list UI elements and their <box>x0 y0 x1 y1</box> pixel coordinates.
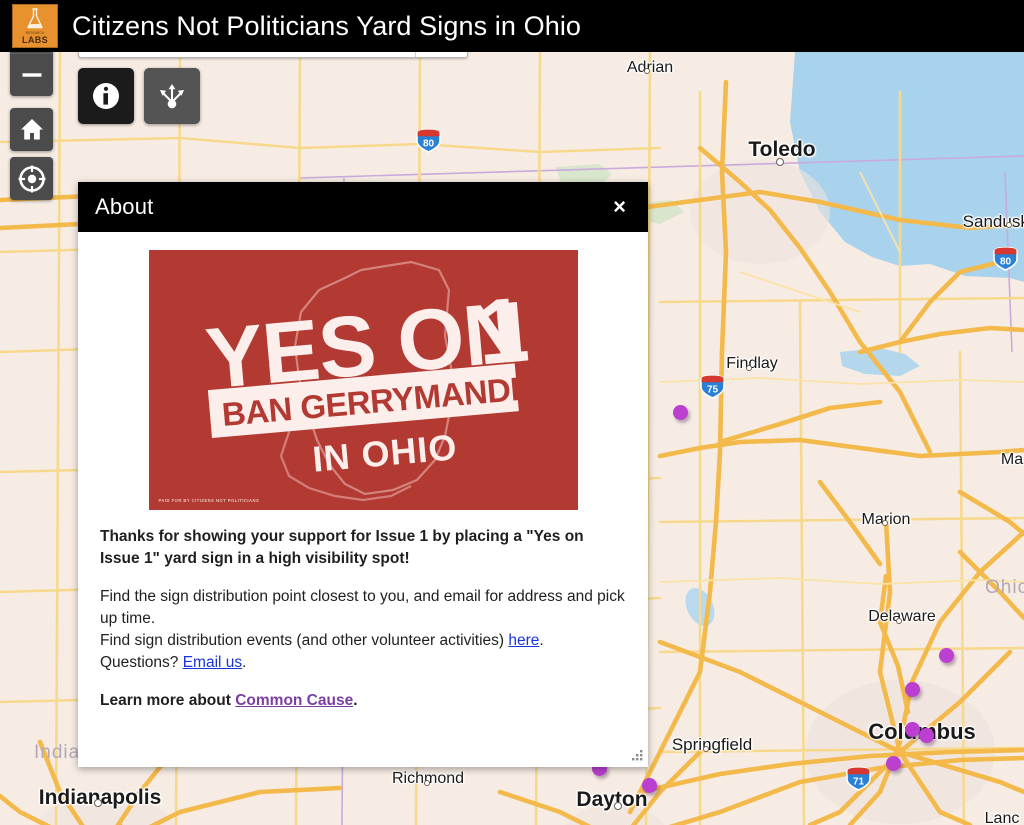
svg-text:71: 71 <box>853 777 865 788</box>
zoom-out-button[interactable] <box>10 53 53 96</box>
common-cause-link[interactable]: Common Cause <box>235 692 353 709</box>
sign-distribution-marker[interactable] <box>919 728 934 743</box>
interstate-shield-icon: 75 <box>699 373 726 400</box>
about-info-button[interactable] <box>78 68 134 124</box>
about-paragraph-3: Learn more about Common Cause. <box>100 690 626 712</box>
close-icon[interactable]: × <box>609 194 630 220</box>
map-application: RESEARCH LABS Citizens Not Politicians Y… <box>0 0 1024 825</box>
locate-icon <box>18 165 45 192</box>
here-link[interactable]: here <box>508 632 539 649</box>
city-dot <box>882 520 888 526</box>
minus-icon <box>22 73 41 77</box>
share-button[interactable] <box>144 68 200 124</box>
city-dot <box>703 746 709 752</box>
home-button[interactable] <box>10 108 53 151</box>
city-dot <box>776 158 784 166</box>
widget-toolbar <box>78 68 200 124</box>
interstate-shield-icon: 80 <box>992 245 1019 272</box>
city-dot <box>746 365 752 371</box>
info-icon <box>93 83 119 109</box>
about-paragraph-2-pre: Find sign distribution events (and other… <box>100 632 509 649</box>
sign-distribution-marker[interactable] <box>642 778 657 793</box>
city-dot <box>896 618 902 624</box>
city-dot <box>1006 222 1012 228</box>
locate-control <box>10 157 53 200</box>
sign-distribution-marker[interactable] <box>905 682 920 697</box>
about-paragraph-2: Find the sign distribution point closest… <box>100 586 626 674</box>
email-us-link[interactable]: Email us <box>183 654 242 671</box>
svg-text:IN OHIO: IN OHIO <box>310 426 458 479</box>
city-dot <box>614 802 622 810</box>
locate-button[interactable] <box>10 157 53 200</box>
about-panel-header: About × <box>78 182 648 232</box>
app-header: RESEARCH LABS Citizens Not Politicians Y… <box>0 0 1024 52</box>
flask-icon <box>24 7 46 31</box>
city-dot <box>644 68 650 74</box>
about-paragraph-3-end: . <box>353 692 358 709</box>
sign-distribution-marker[interactable] <box>905 722 920 737</box>
city-dot <box>424 780 430 786</box>
interstate-shield-icon: 71 <box>845 765 872 792</box>
sign-distribution-marker[interactable] <box>673 405 688 420</box>
sign-distribution-marker[interactable] <box>939 648 954 663</box>
about-paragraph-3-pre: Learn more about <box>100 692 236 709</box>
about-panel-body: YES ON 1 BAN GERRYMANDERING IN OHIO PAID… <box>78 232 648 767</box>
about-panel: About × YES ON 1 BAN GERRYMANDERING IN O… <box>78 182 648 767</box>
sign-distribution-marker[interactable] <box>886 756 901 771</box>
share-icon <box>160 84 184 109</box>
about-panel-title: About <box>95 194 154 219</box>
interstate-shield-icon: 80 <box>415 127 442 154</box>
svg-text:75: 75 <box>707 385 719 396</box>
resize-grip-icon[interactable] <box>630 749 644 763</box>
labs-logo[interactable]: RESEARCH LABS <box>12 4 58 48</box>
home-control <box>10 108 53 151</box>
about-paragraph-2-line1: Find the sign distribution point closest… <box>100 588 625 627</box>
home-icon <box>20 119 43 140</box>
yard-sign-image: YES ON 1 BAN GERRYMANDERING IN OHIO PAID… <box>148 250 578 510</box>
city-dot <box>94 799 102 807</box>
page-title: Citizens Not Politicians Yard Signs in O… <box>72 10 582 41</box>
sign-paid-for-text: PAID FOR BY CITIZENS NOT POLITICIANS <box>158 498 260 503</box>
logo-labs-text: LABS <box>21 35 49 45</box>
about-paragraph-2-end: . <box>242 654 247 671</box>
svg-text:80: 80 <box>423 139 435 150</box>
about-paragraph-1: Thanks for showing your support for Issu… <box>100 528 584 567</box>
svg-text:80: 80 <box>1000 257 1012 268</box>
